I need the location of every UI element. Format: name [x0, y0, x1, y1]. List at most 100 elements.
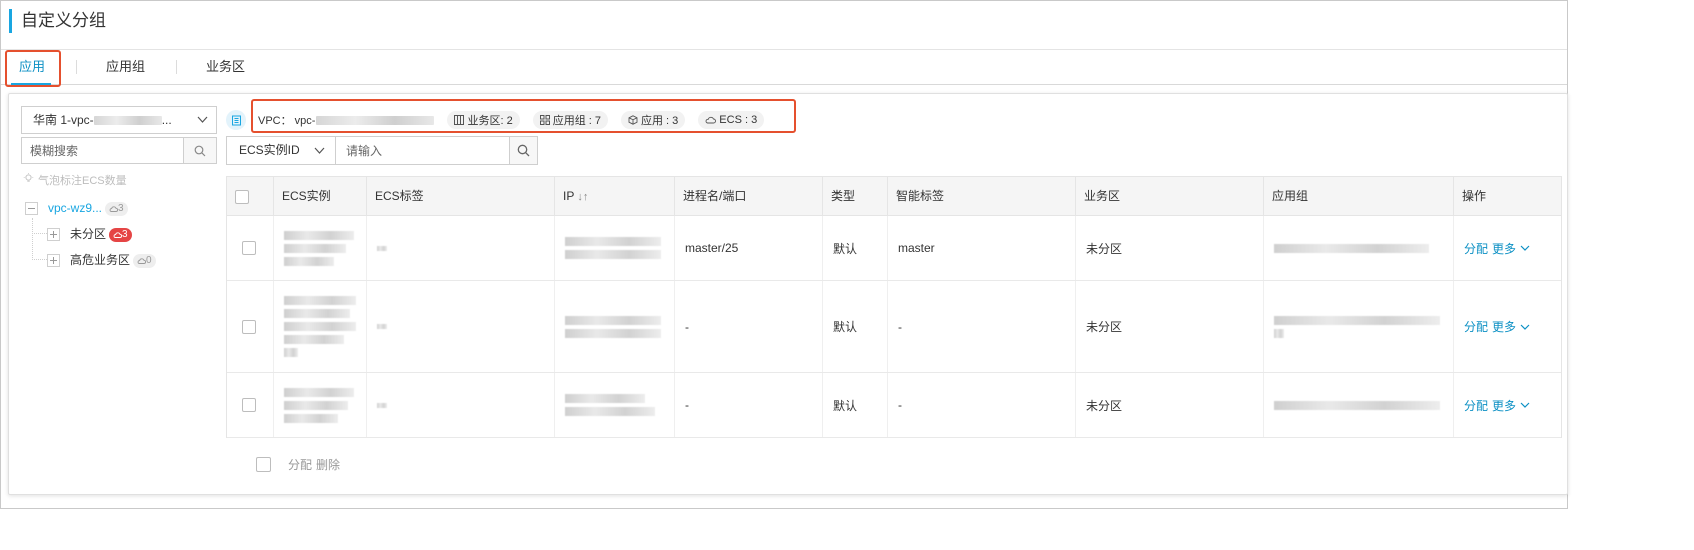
more-link[interactable]: 更多 [1492, 240, 1516, 257]
ecs-count-badge: 0 [133, 253, 156, 268]
row-checkbox[interactable] [242, 398, 256, 412]
tree-node-unzoned-label[interactable]: 未分区 [70, 227, 106, 241]
chip-text: 应用 : 3 [641, 115, 679, 127]
expand-icon[interactable] [47, 254, 60, 268]
tab-applications[interactable]: 应用 [19, 50, 45, 84]
ecs-count: 3 [118, 202, 124, 214]
redacted-text [1274, 243, 1429, 253]
ip-cell [554, 216, 674, 280]
table-header: ECS实例 ECS标签 IP ↓↑ 进程名/端口 类型 智能标签 业务区 应用组… [227, 177, 1561, 216]
tree-connector [32, 233, 47, 234]
column-header: 业务区 [1075, 177, 1263, 216]
app-window: 自定义分组 应用 应用组 业务区 华南 1-vpc-... 气泡标注ECS数量 [0, 0, 1568, 509]
batch-delete-button[interactable]: 删除 [316, 456, 340, 473]
smart-tag-cell: - [887, 373, 1075, 437]
tree-node-unzoned[interactable]: 未分区 3 [47, 225, 132, 243]
redacted-text [565, 237, 661, 259]
more-link[interactable]: 更多 [1492, 397, 1516, 414]
redacted-text [284, 230, 354, 266]
filter-field-label: ECS实例ID [239, 143, 300, 157]
tab-application-groups[interactable]: 应用组 [106, 50, 145, 84]
tab-business-zones[interactable]: 业务区 [206, 50, 245, 84]
region-label: 华南 1-vpc- [33, 113, 94, 127]
redacted-text [377, 402, 387, 408]
expand-icon[interactable] [47, 228, 60, 242]
cloud-server-icon [137, 258, 146, 264]
ecs-table: ECS实例 ECS标签 IP ↓↑ 进程名/端口 类型 智能标签 业务区 应用组… [226, 176, 1562, 438]
batch-assign-button[interactable]: 分配 [288, 456, 312, 473]
redacted-text [377, 245, 387, 251]
filter-input[interactable] [336, 137, 509, 164]
filter-input-box [335, 136, 510, 165]
tree-search-button[interactable] [183, 138, 216, 163]
redacted-text [316, 115, 435, 125]
vpc-summary: VPC： vpc- 业务区: 2 应用组 : 7 应用 : 3 ECS : 3 [258, 110, 765, 130]
app-group-icon [539, 115, 550, 125]
redacted-text [284, 296, 356, 357]
select-all-checkbox[interactable] [235, 189, 249, 204]
ecs-instance-cell[interactable] [273, 281, 366, 372]
search-icon [194, 145, 206, 156]
tree-search-input[interactable] [22, 138, 182, 163]
tree-search-box [21, 137, 217, 164]
tree-node-high-risk-label[interactable]: 高危业务区 [70, 253, 130, 267]
redacted-text [565, 315, 661, 338]
ecs-tag-cell [366, 373, 554, 437]
chevron-down-icon[interactable] [1520, 323, 1530, 331]
cloud-server-icon [109, 206, 118, 212]
column-header: 应用组 [1263, 177, 1453, 216]
actions-cell: 分配 更多 [1453, 281, 1563, 372]
chevron-down-icon[interactable] [1520, 401, 1530, 409]
row-checkbox[interactable] [242, 319, 256, 334]
chip-text: 应用组 : 7 [552, 115, 601, 127]
filter-field-select[interactable]: ECS实例ID [226, 136, 336, 165]
chevron-down-icon[interactable] [1520, 244, 1530, 252]
business-zone-cell: 未分区 [1075, 216, 1263, 280]
filter-search-button[interactable] [509, 136, 538, 165]
chip-applications: 应用 : 3 [621, 111, 686, 129]
active-tab-indicator [11, 83, 51, 85]
ecs-tag-cell [366, 216, 554, 280]
column-header: 智能标签 [887, 177, 1075, 216]
row-select-cell [227, 216, 273, 280]
assign-link[interactable]: 分配 [1464, 240, 1488, 257]
app-group-cell [1263, 281, 1453, 372]
row-select-cell [227, 281, 273, 372]
batch-actions: 分配 删除 [256, 456, 344, 472]
region-vpc-select[interactable]: 华南 1-vpc-... [21, 106, 217, 134]
ecs-instance-cell[interactable] [273, 216, 366, 280]
tree-connector [32, 259, 47, 260]
row-checkbox[interactable] [242, 241, 256, 255]
smart-tag-cell: master [887, 216, 1075, 280]
ecs-instance-cell[interactable] [273, 373, 366, 437]
tree-node-vpc[interactable]: vpc-wz9... 3 [25, 199, 128, 217]
page-title: 自定义分组 [21, 11, 106, 30]
process-port-cell: master/25 [674, 216, 822, 280]
chip-business-zones: 业务区: 2 [447, 111, 520, 129]
business-zone-cell: 未分区 [1075, 281, 1263, 372]
region-ellipsis: ... [161, 113, 172, 127]
redacted-text [1274, 315, 1440, 338]
column-header: 类型 [822, 177, 887, 216]
vpc-icon [226, 110, 246, 130]
app-group-cell [1263, 373, 1453, 437]
sort-icon[interactable]: ↓↑ [574, 191, 588, 203]
chip-text: 业务区: 2 [467, 115, 513, 127]
assign-link[interactable]: 分配 [1464, 318, 1488, 335]
tree-node-high-risk[interactable]: 高危业务区 0 [47, 251, 156, 269]
ecs-tag-cell [366, 281, 554, 372]
chip-text: ECS : 3 [719, 114, 758, 126]
tab-divider [176, 60, 177, 74]
batch-select-checkbox[interactable] [256, 456, 271, 472]
type-cell: 默认 [822, 216, 887, 280]
tree-node-vpc-label[interactable]: vpc-wz9... [48, 201, 102, 215]
more-link[interactable]: 更多 [1492, 318, 1516, 335]
column-header-ip[interactable]: IP ↓↑ [554, 177, 674, 216]
column-header: ECS实例 [273, 177, 366, 216]
redacted-text [93, 116, 162, 126]
type-cell: 默认 [822, 373, 887, 437]
tree-connector [32, 218, 33, 260]
assign-link[interactable]: 分配 [1464, 397, 1488, 414]
actions-cell: 分配 更多 [1453, 216, 1563, 280]
collapse-icon[interactable] [25, 202, 38, 216]
